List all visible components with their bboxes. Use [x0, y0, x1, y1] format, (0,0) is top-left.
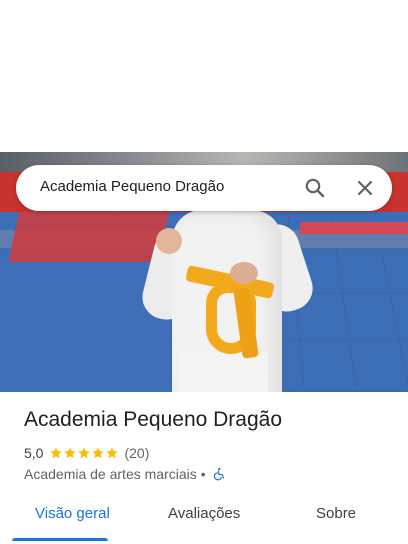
- search-input[interactable]: Academia Pequeno Dragão: [40, 178, 224, 195]
- place-title: Academia Pequeno Dragão: [24, 408, 283, 431]
- place-category: Academia de artes marciais: [24, 466, 197, 482]
- category-row: Academia de artes marciais •: [24, 465, 226, 483]
- rating-row[interactable]: 5,0 (20): [24, 444, 149, 462]
- active-tab-indicator: [12, 538, 108, 541]
- separator-dot: •: [200, 466, 206, 482]
- star-icon: [64, 447, 77, 459]
- tab-reviews[interactable]: Avaliações: [168, 505, 240, 522]
- search-icon[interactable]: [303, 176, 327, 200]
- rating-value: 5,0: [24, 445, 44, 461]
- blank-top-area: [0, 0, 408, 152]
- star-icon: [78, 447, 91, 459]
- star-icon: [50, 447, 63, 459]
- place-tabs: Visão geral Avaliações Sobre: [0, 498, 408, 544]
- review-count[interactable]: (20): [124, 445, 149, 461]
- star-rating: [49, 446, 119, 460]
- search-bar[interactable]: Academia Pequeno Dragão: [16, 165, 392, 211]
- tab-overview[interactable]: Visão geral: [35, 505, 110, 522]
- wheelchair-accessible-icon: [213, 467, 224, 481]
- star-icon: [106, 447, 119, 459]
- star-icon: [92, 447, 105, 459]
- close-icon[interactable]: [353, 176, 377, 200]
- tab-about[interactable]: Sobre: [316, 505, 356, 522]
